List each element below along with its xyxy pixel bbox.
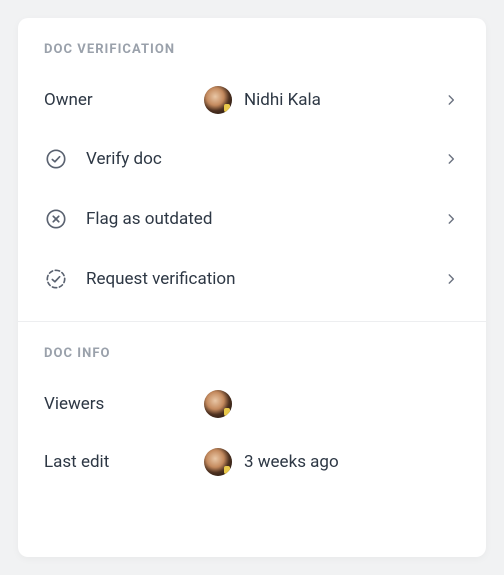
chevron-right-icon xyxy=(442,91,460,109)
owner-name: Nidhi Kala xyxy=(244,90,321,110)
viewers-value xyxy=(204,390,232,418)
avatar xyxy=(204,448,232,476)
section-header-verification: DOC VERIFICATION xyxy=(18,18,486,71)
verify-doc-row[interactable]: Verify doc xyxy=(18,129,486,189)
avatar xyxy=(204,390,232,418)
avatar xyxy=(204,86,232,114)
owner-value: Nidhi Kala xyxy=(204,86,321,114)
flag-outdated-label: Flag as outdated xyxy=(86,209,212,229)
chevron-right-icon xyxy=(442,210,460,228)
last-edit-key: Last edit xyxy=(44,452,204,472)
check-circle-icon xyxy=(44,147,68,171)
chevron-right-icon xyxy=(442,270,460,288)
owner-row[interactable]: Owner Nidhi Kala xyxy=(18,71,486,129)
last-edit-value: 3 weeks ago xyxy=(204,448,339,476)
viewers-key: Viewers xyxy=(44,394,204,414)
viewers-row: Viewers xyxy=(18,375,486,433)
last-edit-time: 3 weeks ago xyxy=(244,452,339,472)
verify-doc-label: Verify doc xyxy=(86,149,162,169)
last-edit-row: Last edit 3 weeks ago xyxy=(18,433,486,491)
x-circle-icon xyxy=(44,207,68,231)
request-verification-row[interactable]: Request verification xyxy=(18,249,486,309)
dashed-check-circle-icon xyxy=(44,267,68,291)
flag-outdated-row[interactable]: Flag as outdated xyxy=(18,189,486,249)
doc-panel: DOC VERIFICATION Owner Nidhi Kala Verify… xyxy=(18,18,486,557)
section-header-info: DOC INFO xyxy=(18,322,486,375)
chevron-right-icon xyxy=(442,150,460,168)
owner-key: Owner xyxy=(44,90,204,110)
request-verification-label: Request verification xyxy=(86,269,235,289)
